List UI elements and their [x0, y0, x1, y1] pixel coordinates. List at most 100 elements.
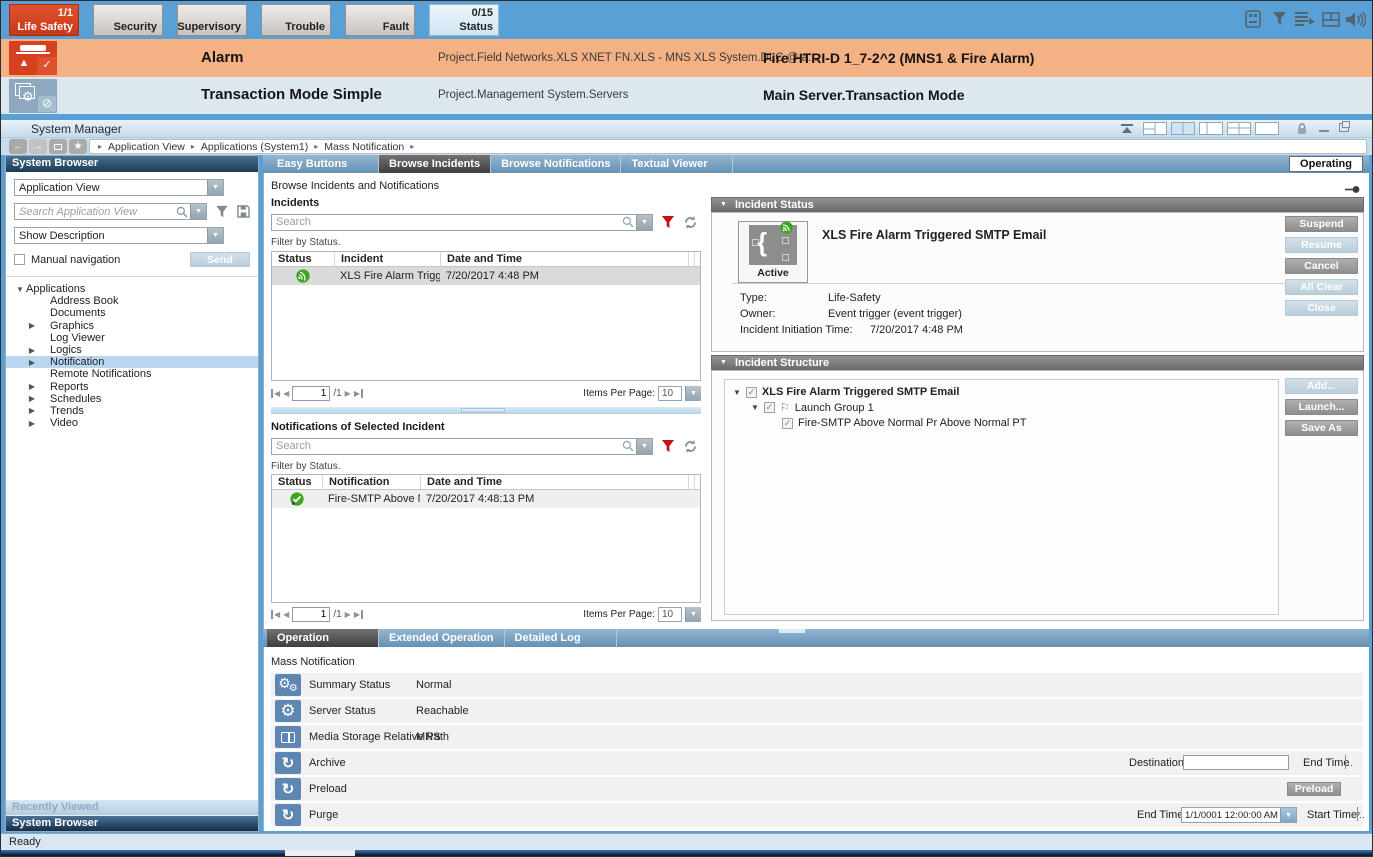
last-page-icon[interactable]: ▶ — [354, 610, 363, 619]
tree-item-documents[interactable]: Documents — [6, 307, 258, 319]
first-page-icon[interactable]: ◀ — [271, 389, 280, 398]
tab-operation[interactable]: Operation — [267, 629, 379, 647]
items-per-page-value[interactable]: 10 — [658, 386, 682, 401]
column-incident[interactable]: Incident — [334, 252, 440, 266]
chevron-down-icon[interactable]: ▼ — [685, 607, 701, 622]
back-button[interactable]: ← — [9, 139, 27, 154]
first-page-icon[interactable]: ◀ — [271, 610, 280, 619]
filter-icon[interactable] — [1267, 9, 1291, 29]
add-button[interactable]: Add... — [1285, 378, 1358, 394]
splitter-grip[interactable] — [779, 629, 805, 633]
tree-item-schedules[interactable]: ▶Schedules — [6, 393, 258, 405]
trouble-counter-button[interactable]: Trouble — [261, 4, 331, 36]
structure-node-root[interactable]: ▼ XLS Fire Alarm Triggered SMTP Email — [733, 386, 1278, 398]
items-per-page-value[interactable]: 10 — [658, 607, 682, 622]
tree-item-log-viewer[interactable]: Log Viewer — [6, 332, 258, 344]
notification-row[interactable]: Fire-SMTP Above Nor 7/20/2017 4:48:13 PM — [272, 490, 700, 508]
close-button[interactable]: Close — [1285, 300, 1358, 316]
forward-button[interactable]: → — [29, 139, 47, 154]
fault-counter-button[interactable]: Fault — [345, 4, 415, 36]
layout-preset-1-button[interactable] — [1143, 122, 1167, 135]
node-checkbox[interactable] — [746, 387, 757, 398]
tree-item-address-book[interactable]: Address Book — [6, 295, 258, 307]
incident-row[interactable]: XLS Fire Alarm Triggere 7/20/2017 4:48 P… — [272, 267, 700, 285]
all-clear-button[interactable]: All Clear — [1285, 279, 1358, 295]
layout-preset-5-button[interactable] — [1255, 122, 1279, 135]
archive-process-icon[interactable]: ↻ — [275, 752, 301, 774]
page-number-input[interactable] — [292, 607, 330, 622]
restore-button[interactable] — [1339, 123, 1349, 132]
crumb-applications-system1[interactable]: Applications (System1) — [201, 141, 308, 153]
tree-item-video[interactable]: ▶Video — [6, 417, 258, 429]
event-panel-icon[interactable] — [1241, 9, 1265, 29]
layout-preset-2-button[interactable] — [1171, 122, 1195, 135]
search-input[interactable] — [15, 206, 176, 218]
last-page-icon[interactable]: ▶ — [354, 389, 363, 398]
chevron-down-icon[interactable]: ▼ — [207, 228, 223, 243]
event-list-icon[interactable] — [1293, 9, 1317, 29]
send-button[interactable]: Send — [190, 252, 250, 267]
refresh-icon[interactable] — [683, 215, 698, 230]
life-safety-counter-button[interactable]: 1/1 Life Safety — [9, 4, 79, 36]
taskbar-item[interactable] — [285, 850, 355, 857]
display-mode-icon[interactable] — [49, 139, 67, 154]
crumb-mass-notification[interactable]: Mass Notification — [324, 141, 404, 153]
tab-browse-incidents[interactable]: Browse Incidents — [379, 155, 491, 173]
filter-active-icon[interactable] — [661, 439, 675, 454]
end-time-picker-icon[interactable]: ‥ — [1345, 755, 1356, 769]
filter-active-icon[interactable] — [661, 215, 675, 230]
resume-button[interactable]: Resume — [1285, 237, 1358, 253]
incident-structure-header[interactable]: ▼ Incident Structure — [711, 355, 1364, 370]
node-checkbox[interactable] — [782, 418, 793, 429]
destination-input[interactable] — [1183, 755, 1289, 770]
column-status[interactable]: Status — [272, 475, 322, 489]
search-options-icon[interactable]: ▼ — [190, 204, 206, 219]
column-datetime[interactable]: Date and Time — [420, 475, 688, 489]
structure-node-launch-group[interactable]: ▼ ⚐ Launch Group 1 — [751, 401, 1278, 414]
minimize-button[interactable] — [1319, 130, 1329, 132]
filter-icon[interactable] — [215, 205, 229, 219]
tab-easy-buttons[interactable]: Easy Buttons — [267, 155, 379, 173]
column-datetime[interactable]: Date and Time — [440, 252, 688, 266]
chevron-down-icon[interactable]: ▼ — [1280, 808, 1296, 822]
crumb-application-view[interactable]: Application View — [108, 141, 185, 153]
preload-button[interactable]: Preload — [1287, 782, 1341, 796]
suspend-button[interactable]: Suspend — [1285, 216, 1358, 232]
next-page-icon[interactable]: ▶ — [345, 389, 351, 398]
alarm-event-row[interactable]: ▲ ✓ Alarm Project.Field Networks.XLS XNE… — [1, 39, 1373, 77]
layout-preset-3-button[interactable] — [1199, 122, 1223, 135]
structure-node-notification[interactable]: Fire-SMTP Above Normal Pr Above Normal P… — [782, 417, 1278, 429]
tree-item-graphics[interactable]: ▶Graphics — [6, 320, 258, 332]
tables-splitter[interactable] — [271, 407, 701, 414]
collapse-panes-icon[interactable] — [1121, 124, 1133, 134]
status-counter-button[interactable]: 0/15 Status — [429, 4, 499, 36]
search-options-icon[interactable]: ▼ — [636, 439, 652, 454]
chevron-down-icon[interactable]: ▼ — [207, 180, 223, 195]
lock-icon[interactable] — [1297, 123, 1307, 135]
tree-item-reports[interactable]: ▶Reports — [6, 381, 258, 393]
supervisory-counter-button[interactable]: Supervisory — [177, 4, 247, 36]
end-time-select[interactable]: 1/1/0001 12:00:00 AM ▼ — [1181, 807, 1297, 823]
save-as-button[interactable]: Save As — [1285, 420, 1358, 436]
prev-page-icon[interactable]: ◀ — [283, 610, 289, 619]
column-notification[interactable]: Notification — [322, 475, 420, 489]
scroll-down-icon[interactable]: ▼ — [1355, 811, 1362, 818]
refresh-icon[interactable] — [683, 439, 698, 454]
recently-viewed-bar[interactable]: Recently Viewed — [6, 800, 258, 815]
search-input[interactable] — [272, 440, 622, 452]
tree-item-trends[interactable]: ▶Trends — [6, 405, 258, 417]
speaker-icon[interactable] — [1343, 9, 1367, 29]
node-checkbox[interactable] — [764, 402, 775, 413]
search-input[interactable] — [272, 216, 622, 228]
transaction-mode-row[interactable]: ⚙ ⊘ Transaction Mode Simple Project.Mana… — [1, 77, 1373, 114]
pin-icon[interactable] — [1345, 185, 1360, 194]
chevron-down-icon[interactable]: ▼ — [685, 386, 701, 401]
tab-textual-viewer[interactable]: Textual Viewer — [621, 155, 733, 173]
tab-detailed-log[interactable]: Detailed Log — [505, 629, 617, 647]
cancel-button[interactable]: Cancel — [1285, 258, 1358, 274]
incident-status-header[interactable]: ▼ Incident Status — [711, 197, 1364, 212]
prev-page-icon[interactable]: ◀ — [283, 389, 289, 398]
layout-preset-4-button[interactable] — [1227, 122, 1251, 135]
preload-process-icon[interactable]: ↻ — [275, 778, 301, 800]
tree-item-logics[interactable]: ▶Logics — [6, 344, 258, 356]
